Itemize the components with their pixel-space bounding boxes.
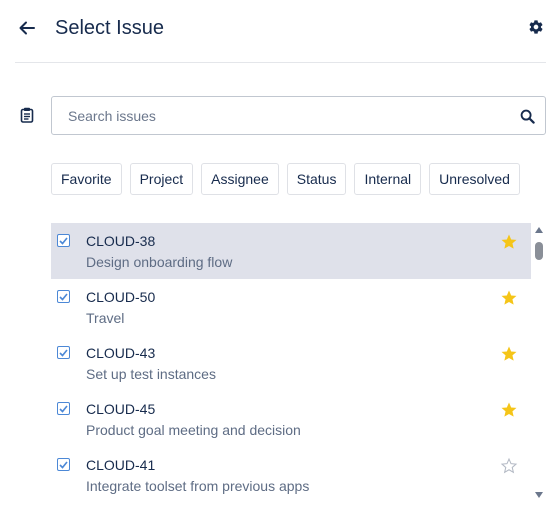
issue-row[interactable]: CLOUD-38 Design onboarding flow	[51, 223, 531, 279]
issue-key: CLOUD-38	[86, 233, 156, 249]
filter-internal[interactable]: Internal	[354, 163, 422, 195]
gear-icon	[529, 20, 543, 34]
star-filled-icon[interactable]	[500, 233, 518, 251]
checkmark-icon	[59, 292, 68, 301]
checkmark-icon	[59, 460, 68, 469]
issue-key: CLOUD-50	[86, 289, 156, 305]
settings-button[interactable]	[524, 15, 548, 39]
scrollbar[interactable]	[532, 226, 546, 501]
arrow-left-icon	[19, 21, 35, 35]
issue-row[interactable]: CLOUD-50 Travel	[51, 279, 531, 335]
issue-summary: Design onboarding flow	[86, 254, 233, 270]
checkbox[interactable]	[57, 458, 70, 471]
clipboard-icon	[17, 105, 37, 125]
scroll-down-arrow-icon[interactable]	[534, 491, 544, 499]
scrollbar-thumb[interactable]	[535, 242, 543, 260]
filter-project[interactable]: Project	[129, 163, 194, 195]
header: Select Issue	[0, 0, 560, 56]
checkbox[interactable]	[57, 234, 70, 247]
star-filled-icon[interactable]	[500, 345, 518, 363]
issue-list: CLOUD-38 Design onboarding flow CLOUD-50…	[51, 223, 531, 503]
filter-bar: Favorite Project Assignee Status Interna…	[51, 163, 520, 195]
issue-summary: Integrate toolset from previous apps	[86, 478, 310, 494]
issue-row[interactable]: CLOUD-41 Integrate toolset from previous…	[51, 447, 531, 503]
page-title: Select Issue	[55, 17, 164, 39]
star-filled-icon[interactable]	[500, 289, 518, 307]
issue-row[interactable]: CLOUD-45 Product goal meeting and decisi…	[51, 391, 531, 447]
checkbox[interactable]	[57, 402, 70, 415]
scroll-up-arrow-icon[interactable]	[534, 226, 544, 234]
search-field	[51, 96, 546, 135]
filter-favorite[interactable]: Favorite	[51, 163, 122, 195]
checkmark-icon	[59, 348, 68, 357]
issue-summary: Product goal meeting and decision	[86, 422, 301, 438]
issue-key: CLOUD-41	[86, 457, 156, 473]
star-outline-icon[interactable]	[500, 457, 518, 475]
checkmark-icon	[59, 236, 68, 245]
issue-summary: Travel	[86, 310, 125, 326]
checkbox[interactable]	[57, 290, 70, 303]
header-divider	[15, 62, 546, 63]
checkmark-icon	[59, 404, 68, 413]
search-icon	[520, 109, 535, 124]
issue-summary: Set up test instances	[86, 366, 216, 382]
issue-key: CLOUD-45	[86, 401, 156, 417]
back-button[interactable]	[14, 15, 40, 41]
filter-assignee[interactable]: Assignee	[201, 163, 279, 195]
issue-key: CLOUD-43	[86, 345, 156, 361]
filter-status[interactable]: Status	[286, 163, 347, 195]
checkbox[interactable]	[57, 346, 70, 359]
star-filled-icon[interactable]	[500, 401, 518, 419]
search-input[interactable]	[52, 97, 512, 134]
search-button[interactable]	[517, 106, 537, 126]
filter-unresolved[interactable]: Unresolved	[429, 163, 520, 195]
issue-row[interactable]: CLOUD-43 Set up test instances	[51, 335, 531, 391]
